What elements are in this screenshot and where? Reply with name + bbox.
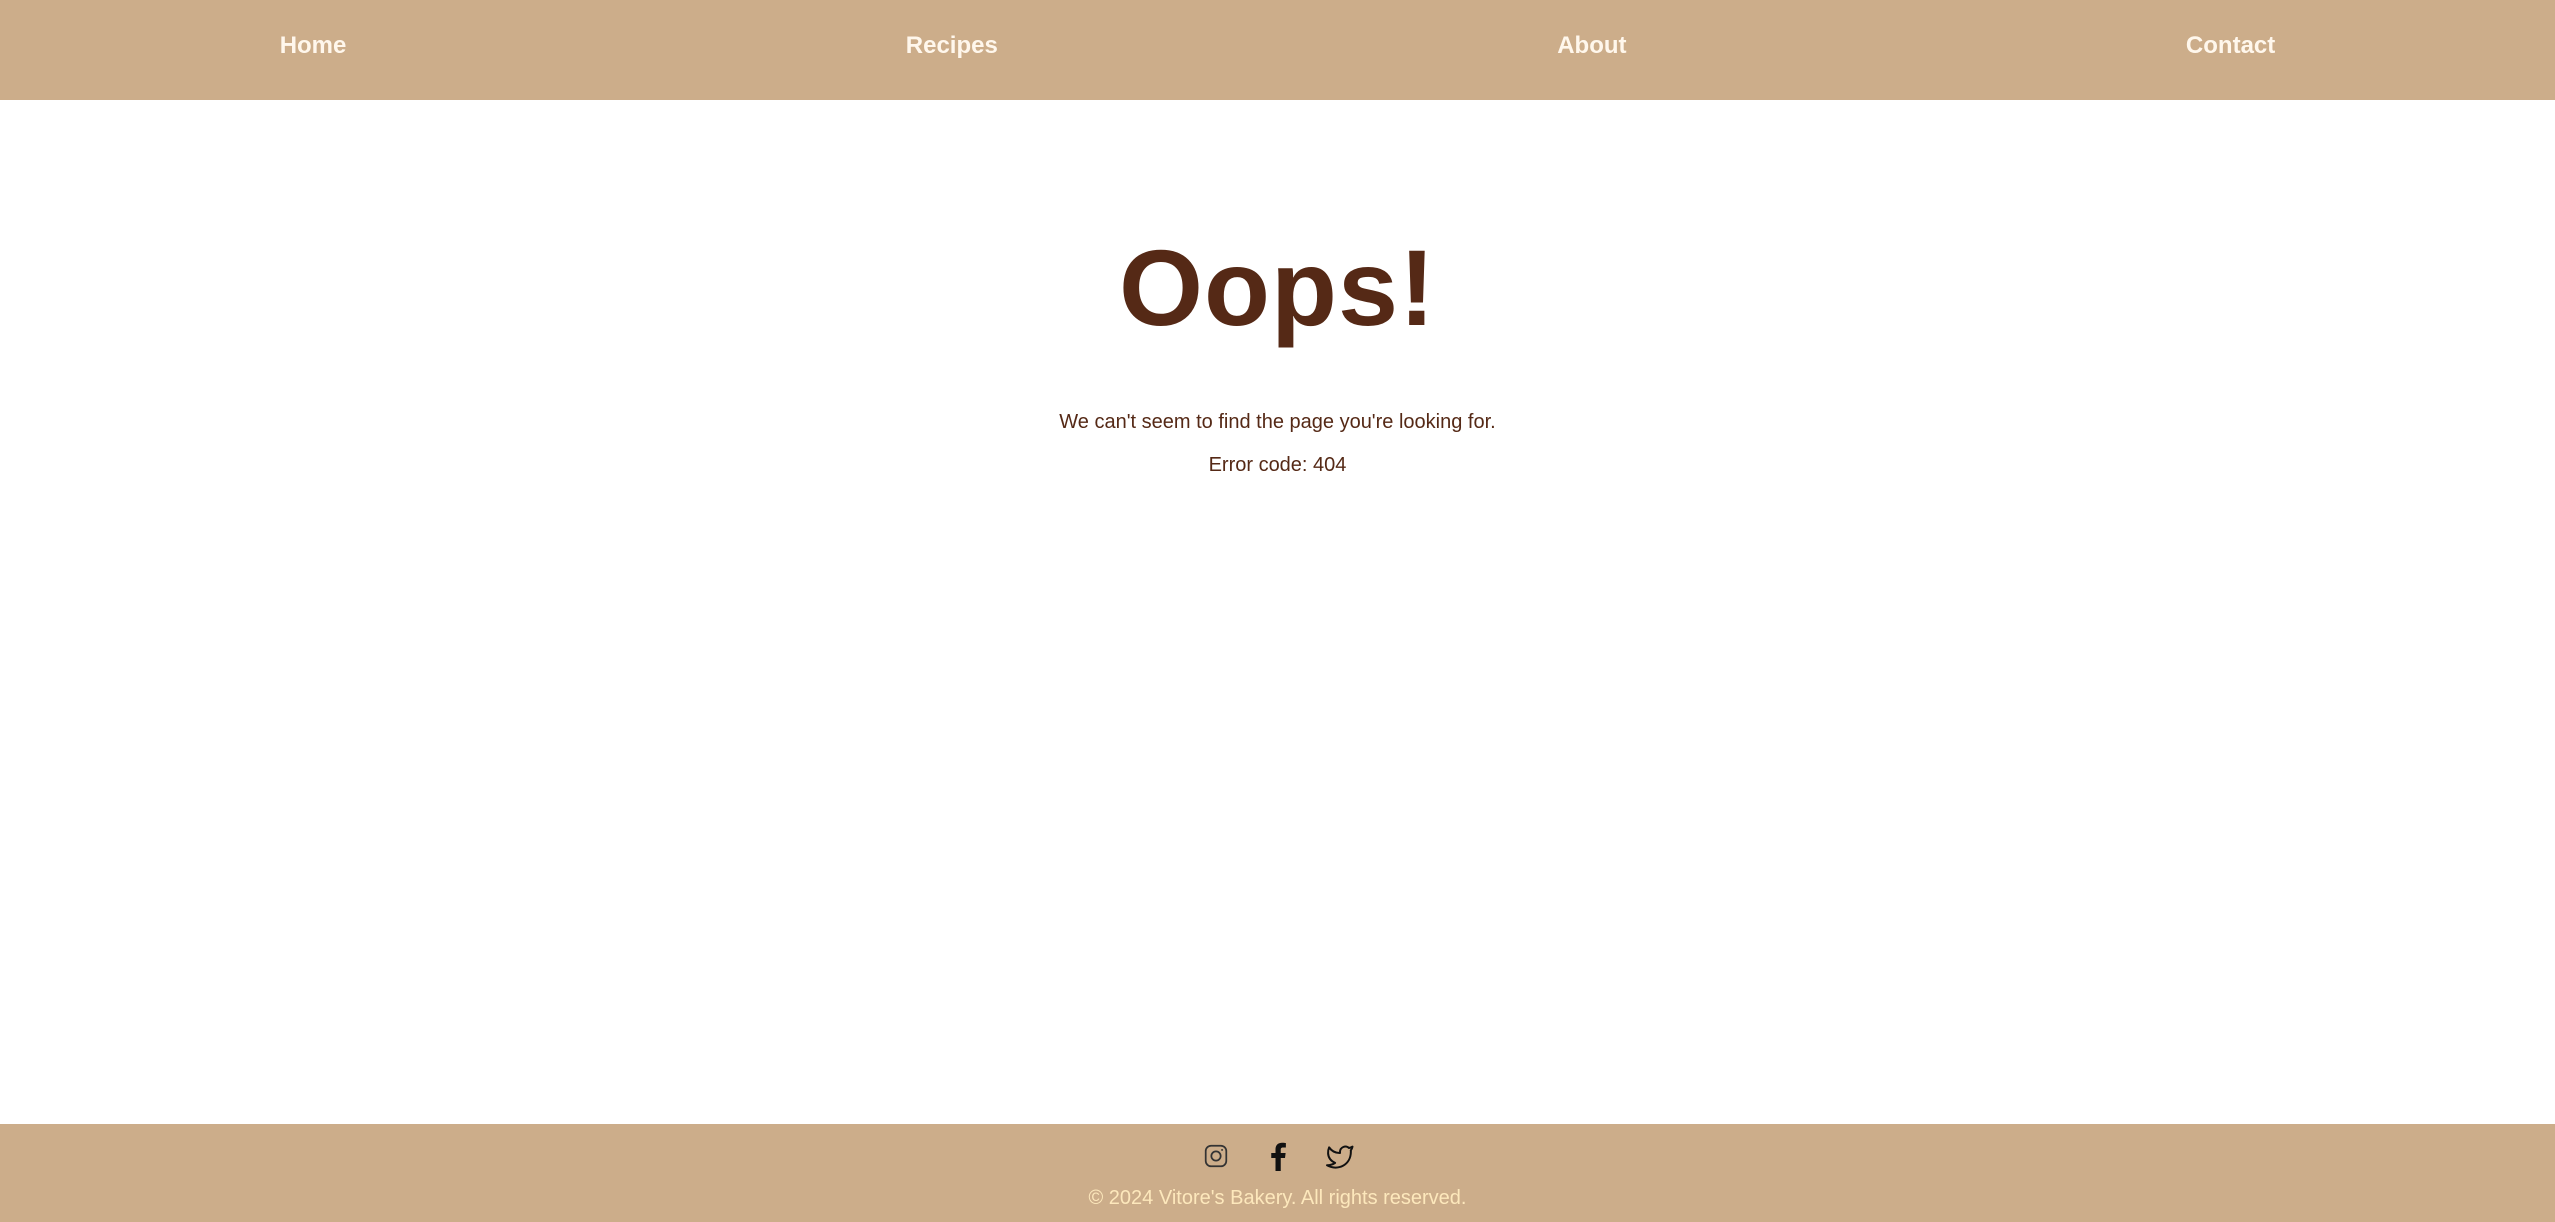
nav-link-recipes[interactable]: Recipes (906, 32, 998, 60)
error-message: We can't seem to find the page you're lo… (1059, 411, 1496, 433)
error-code: Error code: 404 (1208, 454, 1347, 476)
top-navbar: Home Recipes About Contact (0, 0, 2555, 100)
twitter-link[interactable] (1324, 1140, 1356, 1172)
instagram-icon (1204, 1144, 1227, 1168)
nav-link-about[interactable]: About (1557, 32, 1626, 60)
nav-link-home[interactable]: Home (280, 32, 347, 60)
nav-link-contact[interactable]: Contact (2186, 32, 2275, 60)
facebook-icon (1270, 1142, 1286, 1171)
copyright-text: © 2024 Vitore's Bakery. All rights reser… (1088, 1187, 1467, 1209)
page: Home Recipes About Contact Oops! We can'… (0, 0, 2555, 1222)
error-title: Oops! (1119, 227, 1436, 348)
footer: © 2024 Vitore's Bakery. All rights reser… (0, 1124, 2555, 1222)
instagram-link[interactable] (1200, 1140, 1232, 1172)
social-links (0, 1140, 2555, 1172)
facebook-link[interactable] (1262, 1140, 1294, 1172)
twitter-icon (1325, 1145, 1353, 1169)
